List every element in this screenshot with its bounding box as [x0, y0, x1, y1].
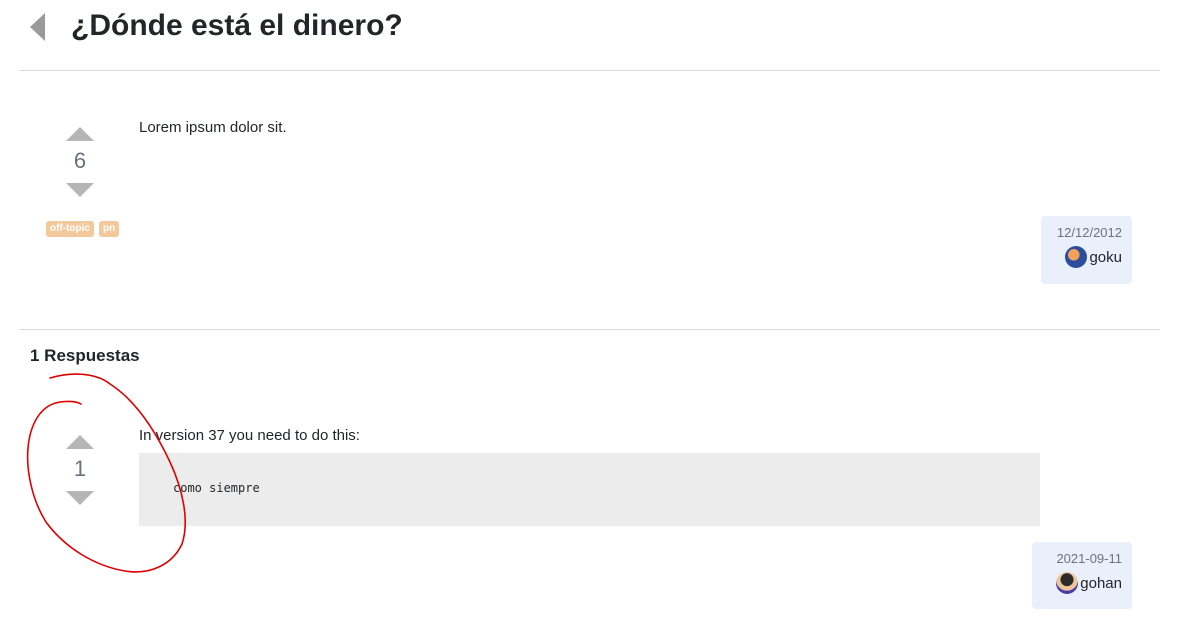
annotation-circle: [26, 373, 187, 573]
answer-code-block: como siempre: [139, 453, 1040, 526]
question-tags: off-topic pn: [46, 221, 120, 237]
question-vote-count: 6: [73, 148, 87, 173]
header-divider: [19, 70, 1160, 71]
upvote-icon[interactable]: [66, 127, 94, 141]
downvote-icon[interactable]: [66, 183, 94, 197]
answer-vote-count: 1: [73, 456, 87, 481]
answer-text: In version 37 you need to do this:: [139, 427, 360, 444]
tag-pn[interactable]: pn: [99, 221, 120, 237]
downvote-icon[interactable]: [66, 491, 94, 505]
question-author-card: 12/12/2012 goku: [1041, 216, 1132, 284]
answer-vote-control: 1: [60, 435, 100, 505]
question-author: goku: [1065, 246, 1122, 268]
upvote-icon[interactable]: [66, 435, 94, 449]
chevron-left-icon[interactable]: [30, 13, 45, 41]
question-divider: [19, 329, 1160, 330]
answer-author-card: 2021-09-11 gohan: [1032, 542, 1132, 609]
avatar[interactable]: [1056, 572, 1079, 594]
answer-author: gohan: [1056, 572, 1122, 594]
question-body: Lorem ipsum dolor sit.: [139, 119, 287, 136]
tag-off-topic[interactable]: off-topic: [46, 221, 94, 237]
avatar[interactable]: [1065, 246, 1088, 268]
answer-date: 2021-09-11: [1056, 551, 1122, 566]
author-name-gohan[interactable]: gohan: [1080, 575, 1122, 592]
page-title: ¿Dónde está el dinero?: [71, 9, 403, 42]
question-vote-control: 6: [60, 127, 100, 197]
question-date: 12/12/2012: [1056, 225, 1122, 240]
answers-heading: 1 Respuestas: [30, 346, 140, 365]
author-name-goku[interactable]: goku: [1089, 249, 1122, 266]
page: ¿Dónde está el dinero? 6 Lorem ipsum dol…: [0, 0, 1181, 642]
